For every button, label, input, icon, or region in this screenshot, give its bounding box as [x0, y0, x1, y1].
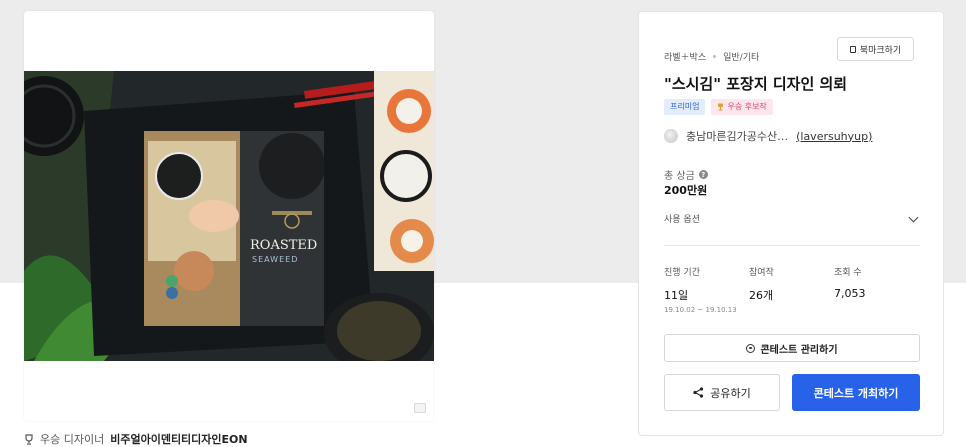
- product-label-seaweed: SEAWEED: [252, 255, 298, 264]
- chevron-down-icon: [908, 212, 919, 222]
- settings-icon: [746, 343, 756, 353]
- client-info: 충남마른김가공수산… (laversuhyup): [664, 128, 872, 144]
- entries-stat: 참여작 26개: [749, 265, 774, 303]
- views-stat: 조회 수 7,053: [834, 265, 866, 300]
- category-label[interactable]: 라벨＋박스: [664, 50, 706, 63]
- period-value: 11일: [664, 289, 689, 302]
- product-label-roasted: ROASTED: [250, 238, 317, 253]
- winner-name[interactable]: 비주얼아이덴티티디자인EON: [110, 431, 247, 447]
- divider: [664, 245, 920, 246]
- prize-label-text: 총 상금: [664, 171, 695, 182]
- views-label: 조회 수: [834, 268, 862, 278]
- help-icon[interactable]: ?: [698, 170, 708, 179]
- options-toggle[interactable]: 사용 옵션: [664, 212, 921, 225]
- trophy-icon: [718, 103, 724, 111]
- manage-label: 콘테스트 관리하기: [760, 344, 838, 356]
- winner-candidate-label: 우승 후보작: [727, 102, 767, 111]
- share-icon: [693, 387, 704, 398]
- breadcrumb: 라벨＋박스 일반/기타: [664, 50, 759, 63]
- period-range: 19.10.02 ~ 19.10.13: [664, 306, 737, 314]
- bookmark-icon: [849, 45, 856, 53]
- winner-info: 우승 디자이너 비주얼아이덴티티디자인EON: [24, 431, 248, 447]
- entries-value: 26개: [749, 289, 774, 302]
- winner-label: 우승 디자이너: [40, 433, 105, 446]
- separator-dot: [713, 55, 717, 58]
- bookmark-button[interactable]: 북마크하기: [837, 37, 914, 61]
- period-label: 진행 기간: [664, 268, 700, 278]
- prize-value: 200만원: [664, 184, 708, 197]
- manage-contest-button[interactable]: 콘테스트 관리하기: [664, 334, 920, 362]
- client-name: 충남마른김가공수산…: [686, 130, 789, 143]
- zoom-icon[interactable]: [414, 403, 426, 413]
- bookmark-label: 북마크하기: [859, 45, 902, 56]
- options-label: 사용 옵션: [664, 215, 700, 225]
- share-label: 공유하기: [710, 386, 751, 400]
- host-contest-button[interactable]: 콘테스트 개최하기: [792, 374, 920, 411]
- contest-info-panel: 라벨＋박스 일반/기타 북마크하기 "스시김" 포장지 디자인 의뢰 프리미엄 …: [638, 11, 944, 436]
- badge-row: 프리미엄 우승 후보작: [664, 99, 773, 115]
- premium-badge: 프리미엄: [664, 99, 706, 115]
- prize-label: 총 상금 ?: [664, 167, 708, 182]
- entry-image-card[interactable]: ROASTED SEAWEED: [24, 11, 434, 421]
- seaweed-package-photo: ROASTED SEAWEED: [24, 71, 434, 361]
- share-button[interactable]: 공유하기: [664, 374, 780, 411]
- entries-label: 참여작: [749, 268, 774, 278]
- views-value: 7,053: [834, 287, 866, 300]
- contest-title: "스시김" 포장지 디자인 의뢰: [664, 75, 848, 93]
- client-id-link[interactable]: (laversuhyup): [796, 130, 872, 143]
- product-illustration: ROASTED SEAWEED: [24, 71, 434, 361]
- period-stat: 진행 기간 11일 19.10.02 ~ 19.10.13: [664, 265, 737, 314]
- subcategory-label[interactable]: 일반/기타: [723, 50, 759, 63]
- trophy-icon: [25, 433, 33, 445]
- client-avatar: [664, 129, 678, 143]
- winner-candidate-badge: 우승 후보작: [711, 99, 773, 115]
